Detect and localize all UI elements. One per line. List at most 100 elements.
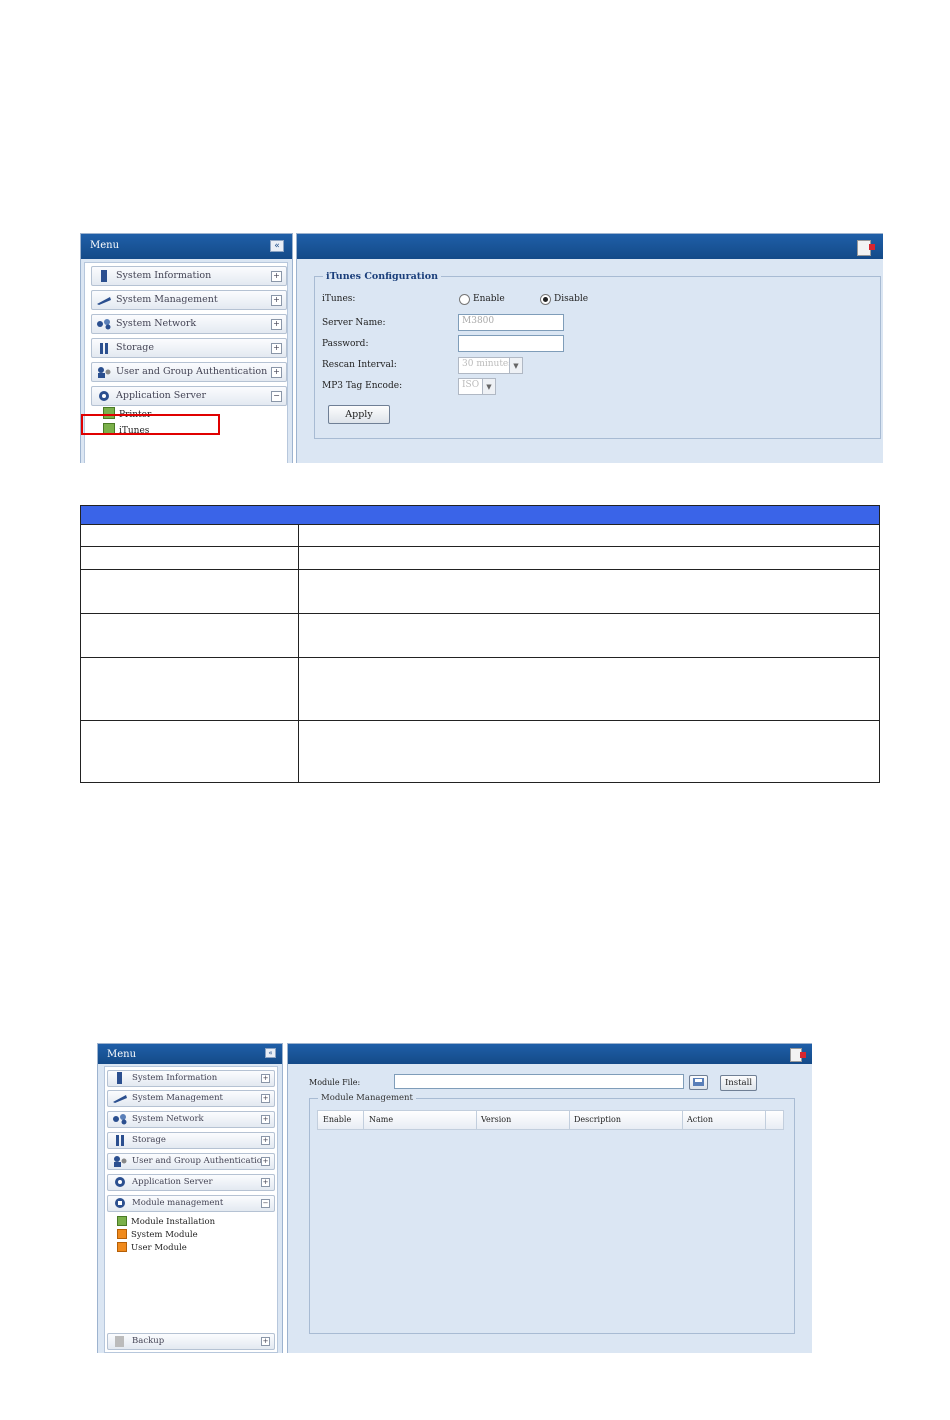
chevron-down-icon: ▼ <box>482 379 495 394</box>
table-cell <box>81 525 299 546</box>
sidebar-item-user-group-authentication[interactable]: User and Group Authentication + <box>91 362 287 382</box>
enable-radio[interactable] <box>459 294 470 305</box>
selection-highlight <box>81 414 220 435</box>
menu-list: System Information + System Management +… <box>104 1066 278 1353</box>
collapse-icon[interactable]: − <box>261 1199 270 1208</box>
logout-icon[interactable] <box>857 240 875 256</box>
expand-icon[interactable]: + <box>261 1337 270 1346</box>
sidebar-item-storage[interactable]: Storage + <box>107 1132 275 1149</box>
table-row <box>80 658 880 721</box>
table-cell <box>81 570 299 613</box>
table-row <box>80 614 880 658</box>
browse-button[interactable] <box>689 1075 708 1090</box>
sidebar-item-label: System Management <box>116 294 218 305</box>
menu-title-bar: Menu « <box>81 234 292 259</box>
mp3-tag-encode-select[interactable]: ISO ▼ <box>458 378 496 395</box>
sidebar-item-system-network[interactable]: System Network + <box>107 1111 275 1128</box>
sidebar-item-label: User and Group Authentication <box>132 1156 268 1166</box>
sidebar-item-user-group-authentication[interactable]: User and Group Authentication + <box>107 1153 275 1170</box>
sidebar-item-label: Storage <box>116 342 154 353</box>
column-divider <box>682 1111 683 1129</box>
content-panel-2: Module File: Install Module Management E… <box>287 1043 812 1353</box>
table-row <box>80 570 880 614</box>
expand-icon[interactable]: + <box>271 295 282 306</box>
module-management-legend: Module Management <box>321 1093 413 1103</box>
rescan-interval-select[interactable]: 30 minutes ▼ <box>458 357 523 374</box>
expand-icon[interactable]: + <box>261 1136 270 1145</box>
application-server-icon <box>112 1176 128 1188</box>
chevron-down-icon: ▼ <box>509 358 522 373</box>
sidebar-item-module-management[interactable]: Module management − <box>107 1195 275 1212</box>
table-row <box>80 525 880 547</box>
sidebar-item-label: System Network <box>116 318 197 329</box>
sidebar-item-application-server[interactable]: Application Server + <box>107 1174 275 1191</box>
collapse-menu-button[interactable]: « <box>265 1048 276 1058</box>
server-name-field[interactable]: M3800 <box>458 314 564 331</box>
server-name-label: Server Name: <box>322 318 386 328</box>
screenshot-itunes: Menu « System Information + System Manag… <box>80 233 883 463</box>
mp3-tag-encode-value: ISO <box>462 380 480 390</box>
expand-icon[interactable]: + <box>271 319 282 330</box>
content-title-bar <box>288 1044 812 1064</box>
sidebar-item-label: Module management <box>132 1198 224 1208</box>
expand-icon[interactable]: + <box>271 367 282 378</box>
sidebar-item-system-management[interactable]: System Management + <box>91 290 287 310</box>
expand-icon[interactable]: + <box>261 1074 270 1083</box>
module-file-field[interactable] <box>394 1074 684 1089</box>
storage-icon <box>112 1134 128 1146</box>
collapse-icon[interactable]: − <box>271 391 282 402</box>
user-group-icon <box>112 1155 128 1167</box>
sidebar-item-system-network[interactable]: System Network + <box>91 314 287 334</box>
expand-icon[interactable]: + <box>271 271 282 282</box>
system-network-icon <box>112 1113 128 1125</box>
sidebar-subitem-system-module[interactable]: System Module <box>117 1229 198 1240</box>
disable-label: Disable <box>554 294 589 304</box>
application-server-icon <box>96 390 112 402</box>
module-icon <box>117 1229 127 1239</box>
sidebar-item-storage[interactable]: Storage + <box>91 338 287 358</box>
expand-icon[interactable]: + <box>271 343 282 354</box>
description-table <box>80 505 880 783</box>
logout-icon[interactable] <box>790 1048 806 1062</box>
collapse-menu-button[interactable]: « <box>270 240 284 252</box>
itunes-label: iTunes: <box>322 294 356 304</box>
expand-icon[interactable]: + <box>261 1178 270 1187</box>
backup-icon <box>112 1335 128 1347</box>
enable-label: Enable <box>473 294 505 304</box>
sidebar-item-label: Application Server <box>116 390 206 401</box>
content-title-bar <box>297 234 883 259</box>
sidebar-item-application-server[interactable]: Application Server − <box>91 386 287 406</box>
sidebar-subitem-user-module[interactable]: User Module <box>117 1242 187 1253</box>
system-information-icon <box>96 270 112 282</box>
module-management-icon <box>112 1197 128 1209</box>
sidebar-item-label: Backup <box>132 1336 165 1346</box>
sidebar-item-system-information[interactable]: System Information + <box>107 1070 275 1087</box>
install-button[interactable]: Install <box>720 1075 757 1091</box>
expand-icon[interactable]: + <box>261 1115 270 1124</box>
sidebar-item-label: Storage <box>132 1135 166 1145</box>
password-field[interactable] <box>458 335 564 352</box>
expand-icon[interactable]: + <box>261 1157 270 1166</box>
column-header-version: Version <box>481 1115 512 1124</box>
table-header <box>80 505 880 525</box>
module-file-label: Module File: <box>309 1078 361 1087</box>
table-cell <box>81 547 299 569</box>
column-header-name: Name <box>369 1115 394 1124</box>
column-divider <box>476 1111 477 1129</box>
itunes-config-legend: iTunes Configuration <box>326 271 438 282</box>
system-management-icon <box>96 294 112 306</box>
sidebar-subitem-module-installation[interactable]: Module Installation <box>117 1216 215 1227</box>
expand-icon[interactable]: + <box>261 1094 270 1103</box>
module-icon <box>117 1242 127 1252</box>
sidebar-item-system-information[interactable]: System Information + <box>91 266 287 286</box>
menu-title: Menu <box>90 240 120 251</box>
password-label: Password: <box>322 339 369 349</box>
content-panel: iTunes Configuration iTunes: Enable Disa… <box>296 233 883 463</box>
screenshot-module-management: Menu « System Information + System Manag… <box>97 1043 812 1353</box>
apply-button[interactable]: Apply <box>328 405 390 424</box>
sidebar-item-system-management[interactable]: System Management + <box>107 1090 275 1107</box>
column-header-enable: Enable <box>323 1115 352 1124</box>
disable-radio[interactable] <box>540 294 551 305</box>
user-group-icon <box>96 366 112 378</box>
sidebar-item-backup[interactable]: Backup + <box>107 1333 275 1350</box>
